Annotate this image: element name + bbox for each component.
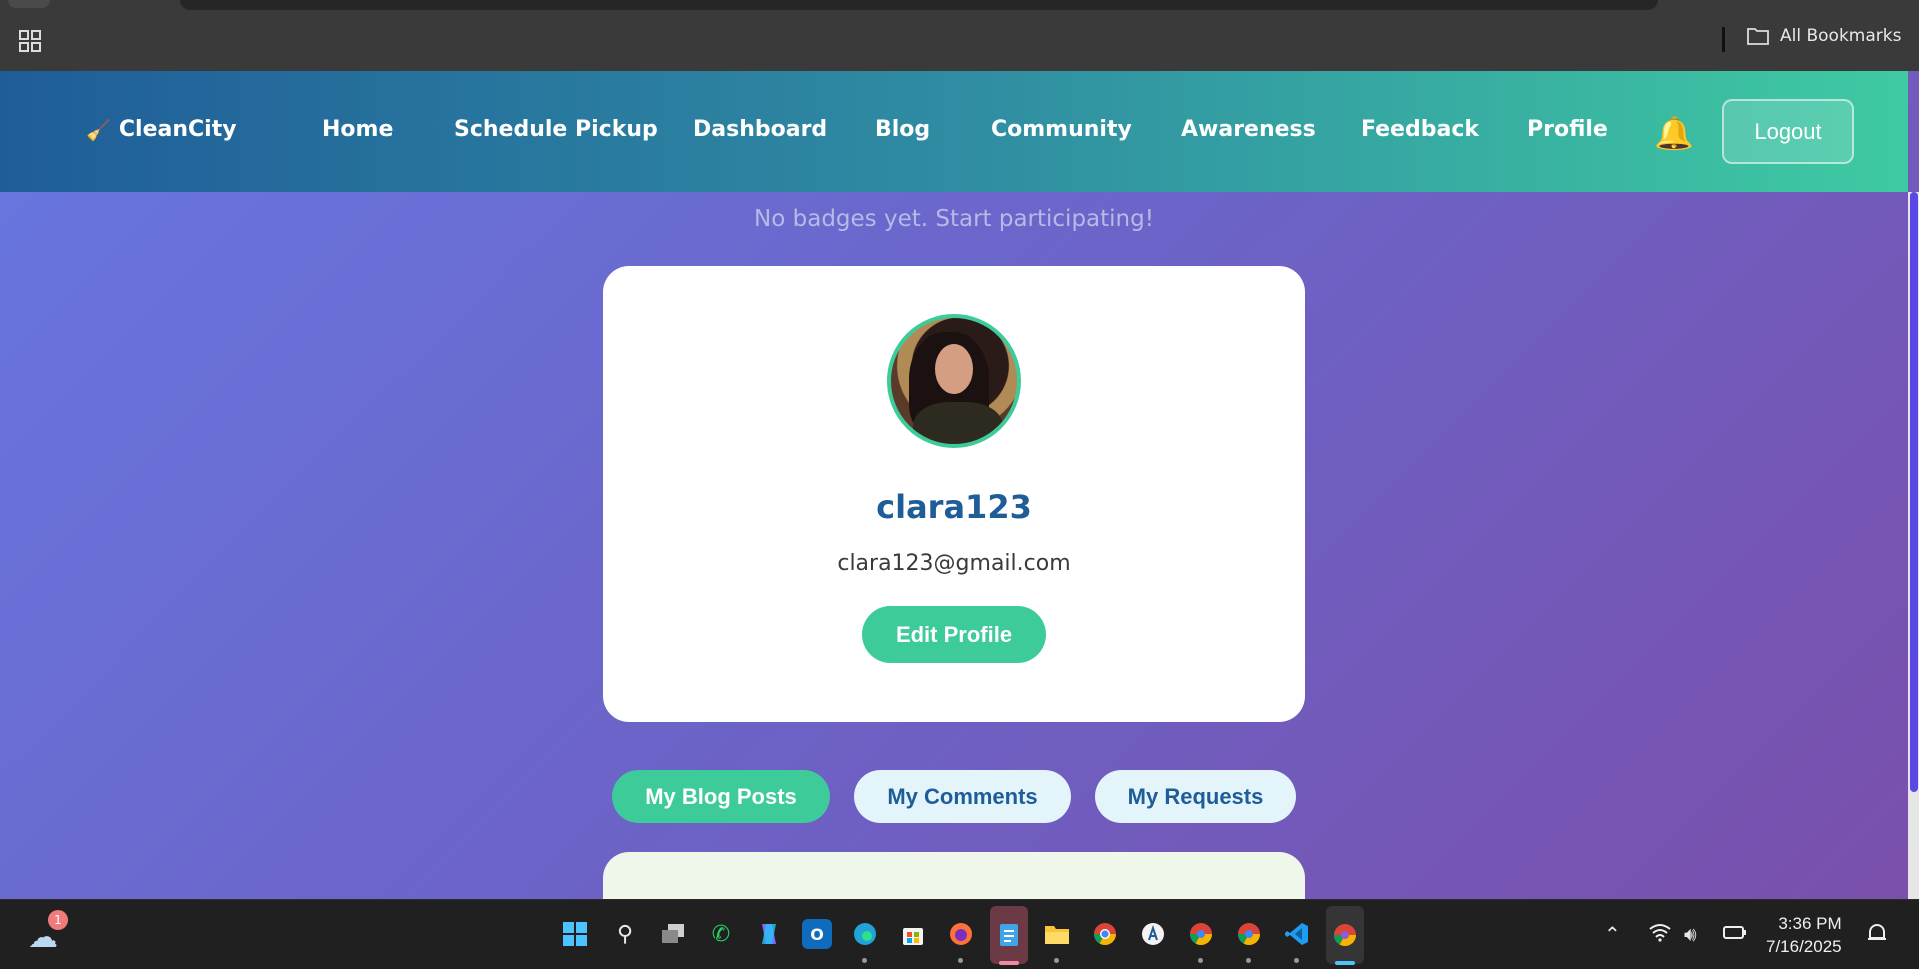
all-bookmarks-button[interactable]: All Bookmarks	[1746, 26, 1901, 46]
vscode-icon[interactable]	[1282, 919, 1312, 949]
tab-my-requests[interactable]: My Requests	[1095, 770, 1296, 823]
page-scrollbar[interactable]	[1908, 192, 1919, 899]
weather-notification-badge: 1	[48, 910, 68, 930]
profile-email: clara123@gmail.com	[837, 551, 1071, 576]
notepad-icon[interactable]	[990, 906, 1028, 964]
nav-link-home[interactable]: Home	[322, 117, 393, 142]
microsoft-store-icon[interactable]	[898, 919, 928, 949]
edge-icon[interactable]	[850, 919, 880, 949]
scrollbar-thumb[interactable]	[1910, 192, 1918, 792]
blog-posts-panel	[603, 852, 1305, 899]
bookmarks-separator	[1722, 27, 1725, 52]
clock-date: 7/16/2025	[1766, 937, 1842, 956]
page-viewport: 🧹 CleanCity Home Schedule Pickup Dashboa…	[0, 71, 1919, 899]
system-clock[interactable]: 3:36 PM 7/16/2025	[1766, 912, 1842, 958]
browser-tab-edge[interactable]	[8, 0, 50, 8]
whatsapp-icon[interactable]: ✆	[706, 919, 736, 949]
windows-taskbar: ☁ 1 ⚲ ✆ O ⌃ 🔊︎ 3:36 PM 7/16/2025	[0, 899, 1919, 969]
tab-my-blog-posts[interactable]: My Blog Posts	[612, 770, 830, 823]
wifi-icon[interactable]	[1648, 922, 1672, 947]
chrome-profile-2-icon[interactable]	[1186, 919, 1216, 949]
chrome-2-running-dot	[1198, 958, 1203, 963]
nav-link-schedule-pickup[interactable]: Schedule Pickup	[454, 117, 658, 142]
avatar	[887, 314, 1021, 448]
chrome-4-active-bar	[1335, 961, 1355, 965]
bell-icon[interactable]: 🔔	[1654, 114, 1694, 152]
chevron-up-icon[interactable]: ⌃	[1604, 922, 1621, 946]
nav-link-profile[interactable]: Profile	[1527, 117, 1608, 142]
nav-link-dashboard[interactable]: Dashboard	[693, 117, 827, 142]
apps-grid-icon[interactable]	[18, 29, 42, 53]
search-icon[interactable]: ⚲	[610, 919, 640, 949]
battery-icon[interactable]	[1722, 922, 1748, 947]
volume-icon[interactable]: 🔊︎	[1684, 922, 1697, 946]
address-bar[interactable]	[180, 0, 1658, 10]
edge-running-dot	[862, 958, 867, 963]
browser-toolbar: All Bookmarks	[0, 0, 1919, 71]
firefox-icon[interactable]	[946, 919, 976, 949]
avatar-body	[913, 402, 1003, 444]
vscode-running-dot	[1294, 958, 1299, 963]
badges-empty-message: No badges yet. Start participating!	[754, 206, 1154, 232]
notepad-active-bar	[999, 961, 1019, 965]
nav-link-blog[interactable]: Blog	[875, 117, 930, 142]
task-view-icon[interactable]	[658, 919, 688, 949]
tab-my-comments[interactable]: My Comments	[854, 770, 1071, 823]
profile-card: clara123 clara123@gmail.com Edit Profile	[603, 266, 1305, 722]
file-explorer-icon[interactable]	[1042, 919, 1072, 949]
nav-link-community[interactable]: Community	[991, 117, 1132, 142]
chrome-3-running-dot	[1246, 958, 1251, 963]
edit-profile-button[interactable]: Edit Profile	[862, 606, 1046, 663]
logout-button[interactable]: Logout	[1722, 99, 1854, 164]
profile-username: clara123	[876, 488, 1032, 526]
nav-link-feedback[interactable]: Feedback	[1361, 117, 1479, 142]
windows-start-icon[interactable]	[560, 919, 590, 949]
app-store-icon[interactable]	[1138, 919, 1168, 949]
firefox-running-dot	[958, 958, 963, 963]
chrome-profile-4-icon[interactable]	[1326, 906, 1364, 964]
brand-name: CleanCity	[118, 117, 237, 142]
nav-link-awareness[interactable]: Awareness	[1181, 117, 1316, 142]
all-bookmarks-label: All Bookmarks	[1780, 26, 1902, 46]
chrome-profile-3-icon[interactable]	[1234, 919, 1264, 949]
notification-icon[interactable]	[1866, 922, 1888, 949]
copilot-icon[interactable]	[754, 919, 784, 949]
outlook-icon[interactable]: O	[802, 919, 832, 949]
broom-icon: 🧹	[86, 117, 111, 142]
folder-icon	[1747, 28, 1769, 45]
chrome-icon[interactable]	[1090, 919, 1120, 949]
top-navbar: 🧹 CleanCity Home Schedule Pickup Dashboa…	[0, 71, 1908, 192]
avatar-face	[935, 344, 973, 394]
explorer-running-dot	[1054, 958, 1059, 963]
brand-logo[interactable]: 🧹 CleanCity	[86, 117, 237, 142]
clock-time: 3:36 PM	[1778, 914, 1842, 933]
